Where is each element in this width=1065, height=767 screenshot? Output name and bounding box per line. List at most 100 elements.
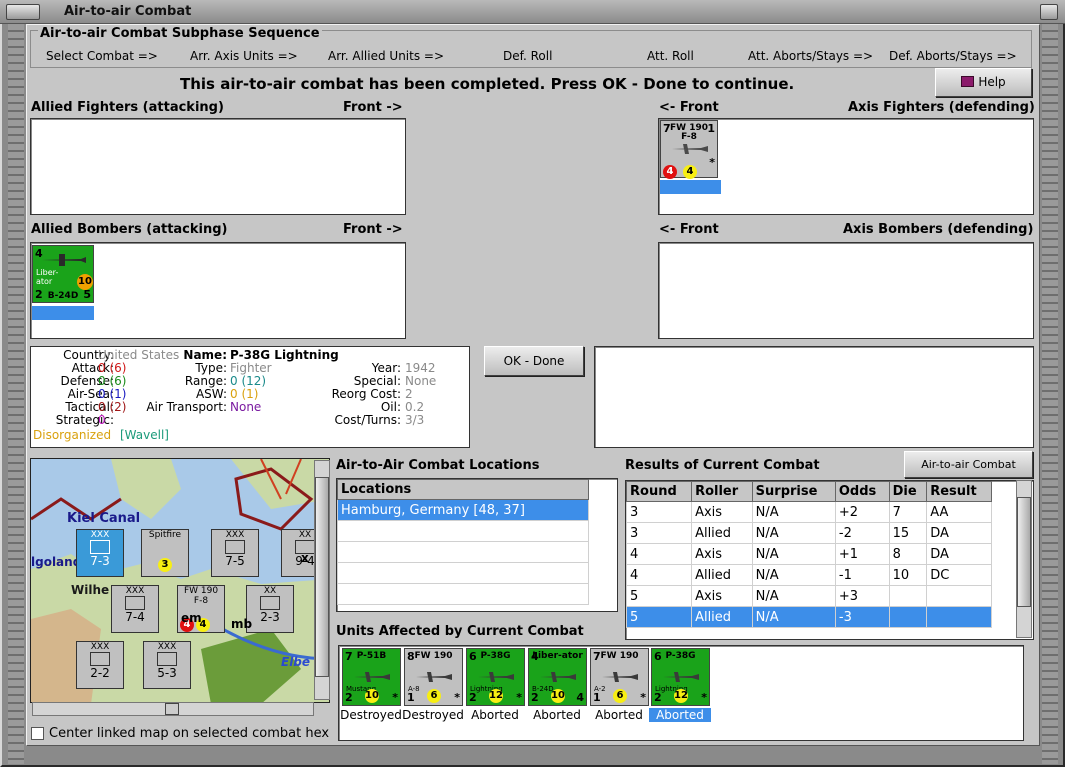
table-row[interactable]: 4 Allied N/A -1 10 DC bbox=[625, 564, 992, 586]
counter-name: P-38G bbox=[480, 651, 511, 661]
map-unit-fw190[interactable]: FW 190 F-8 4 4 bbox=[177, 585, 225, 633]
axis-bombers-box[interactable] bbox=[658, 242, 1034, 339]
col-result[interactable]: Result bbox=[926, 481, 992, 502]
allied-bombers-label: Allied Bombers (attacking) bbox=[31, 222, 228, 237]
ok-done-button[interactable]: OK - Done bbox=[484, 346, 584, 376]
table-row[interactable]: 5 Allied N/A -3 bbox=[625, 606, 992, 628]
plane-icon bbox=[663, 672, 699, 682]
table-row[interactable]: 4 Axis N/A +1 8 DA bbox=[625, 543, 992, 565]
step-def-aborts: Def. Aborts/Stays => bbox=[889, 49, 1017, 63]
results-title: Results of Current Combat bbox=[625, 458, 820, 473]
counter-star: * bbox=[709, 156, 715, 169]
affected-unit-counter[interactable]: 8 FW 190 A-8 1 6 * bbox=[404, 648, 463, 706]
counter-star: * bbox=[640, 691, 646, 704]
affected-unit-status: Aborted bbox=[533, 708, 581, 722]
strategic-value: 0 bbox=[98, 413, 106, 427]
book-icon bbox=[961, 76, 975, 87]
allied-bomber-counter[interactable]: 4 Liber-ator 10 2 B-24D 5 bbox=[32, 245, 94, 303]
axis-fighter-counter[interactable]: 7 1 FW 190 F-8 4 4 * bbox=[660, 120, 718, 179]
table-row[interactable]: 3 Allied N/A -2 15 DA bbox=[625, 522, 992, 544]
axis-fighters-front: <- Front bbox=[659, 100, 719, 115]
allied-bomber-selection bbox=[32, 306, 94, 320]
axis-fighter-selection bbox=[660, 180, 721, 194]
plane-icon bbox=[354, 672, 390, 682]
counter-defense: 2 bbox=[345, 691, 353, 704]
counter-name: Liber-ator bbox=[36, 268, 59, 286]
results-table: Round Roller Surprise Odds Die Result 3A… bbox=[625, 481, 992, 628]
counter-defense: 2 bbox=[654, 691, 662, 704]
map-unit-div-2[interactable]: XX 2-3 bbox=[246, 585, 294, 633]
locations-title: Air-to-Air Combat Locations bbox=[336, 458, 540, 473]
table-row[interactable]: 3 Axis N/A +2 7 AA bbox=[625, 501, 992, 523]
system-menu-button[interactable] bbox=[6, 4, 40, 20]
col-roller[interactable]: Roller bbox=[691, 481, 753, 502]
costturns-value: 3/3 bbox=[405, 413, 425, 427]
counter-defense: 1 bbox=[593, 691, 601, 704]
affected-unit-counter[interactable]: 7 P-51B Mustang 2 10 * bbox=[342, 648, 401, 706]
map-hscroll[interactable] bbox=[32, 702, 314, 716]
step-arr-allied: Arr. Allied Units => bbox=[328, 49, 445, 63]
results-vscroll[interactable] bbox=[1016, 480, 1032, 638]
col-odds[interactable]: Odds bbox=[834, 481, 890, 502]
counter-dot-yellow: 4 bbox=[683, 165, 697, 179]
map-label-kiel: Kiel Canal bbox=[67, 511, 141, 526]
map-unit-corps-3[interactable]: XXX 7-4 bbox=[111, 585, 159, 633]
map-unit-corps-5[interactable]: XXX 5-3 bbox=[143, 641, 191, 689]
col-round[interactable]: Round bbox=[625, 481, 693, 502]
step-att-aborts: Att. Aborts/Stays => bbox=[748, 49, 874, 63]
affected-unit-counter[interactable]: 6 P-38G Lightning 2 12 * bbox=[466, 648, 525, 706]
affected-unit-status: Destroyed bbox=[340, 708, 402, 722]
locations-list[interactable]: Locations Hamburg, Germany [48, 37] bbox=[336, 478, 618, 612]
counter-defense: 2 bbox=[531, 691, 539, 704]
affected-unit-status: Destroyed bbox=[402, 708, 464, 722]
affected-unit-counter[interactable]: 4 Liber-ator B-24D 2 10 4 bbox=[528, 648, 587, 706]
plane-icon bbox=[416, 672, 452, 682]
status-message: This air-to-air combat has been complete… bbox=[180, 75, 795, 93]
affected-title: Units Affected by Current Combat bbox=[336, 624, 584, 639]
affected-unit-counter[interactable]: 6 P-38G Lightning 2 12 * bbox=[651, 648, 710, 706]
counter-defense: 1 bbox=[407, 691, 415, 704]
allied-fighters-box[interactable] bbox=[30, 118, 406, 215]
counter-name: Liber-ator bbox=[532, 651, 583, 661]
affected-unit-counter[interactable]: 7 FW 190 A-2 1 6 * bbox=[590, 648, 649, 706]
bomber-icon bbox=[42, 254, 86, 266]
step-select-combat: Select Combat => bbox=[46, 49, 158, 63]
counter-range: 5 bbox=[83, 288, 91, 301]
axis-bombers-front: <- Front bbox=[659, 222, 719, 237]
step-def-roll: Def. Roll bbox=[503, 49, 553, 63]
close-button[interactable] bbox=[1040, 4, 1058, 20]
location-row[interactable]: Hamburg, Germany [48, 37] bbox=[337, 499, 589, 521]
center-map-checkbox[interactable] bbox=[31, 727, 44, 740]
plane-icon bbox=[478, 672, 514, 682]
help-button[interactable]: Help bbox=[935, 68, 1032, 97]
counter-name: FW 190 bbox=[600, 651, 639, 661]
step-att-roll: Att. Roll bbox=[647, 49, 694, 63]
counter-star: * bbox=[516, 691, 522, 704]
airtransport-label: Air Transport: bbox=[146, 400, 227, 414]
title-bar[interactable]: Air-to-air Combat bbox=[0, 0, 1065, 24]
counter-star: * bbox=[701, 691, 707, 704]
axis-fighters-label: Axis Fighters (defending) bbox=[848, 100, 1035, 115]
map-vscroll[interactable] bbox=[314, 460, 330, 700]
col-surprise[interactable]: Surprise bbox=[751, 481, 836, 502]
air-combat-chart-button[interactable]: Air-to-air Combat Chart bbox=[904, 451, 1033, 496]
map-unit-corps-2[interactable]: XXX 7-5 bbox=[211, 529, 259, 577]
map-unit-corps-4[interactable]: XXX 2-2 bbox=[76, 641, 124, 689]
counter-star: 4 bbox=[576, 691, 584, 704]
counter-name: FW 190 bbox=[414, 651, 453, 661]
map-label-partial-em: em bbox=[181, 611, 202, 625]
allied-fighters-front: Front -> bbox=[343, 100, 403, 115]
axis-bombers-label: Axis Bombers (defending) bbox=[843, 222, 1034, 237]
table-row[interactable]: 5 Axis N/A +3 bbox=[625, 585, 992, 607]
map-unit-spitfire[interactable]: Spitfire 3 bbox=[141, 529, 189, 577]
costturns-label: Cost/Turns: bbox=[334, 413, 401, 427]
disorganized-status: Disorganized bbox=[33, 428, 112, 442]
col-die[interactable]: Die bbox=[888, 481, 928, 502]
center-map-label: Center linked map on selected combat hex bbox=[49, 726, 330, 741]
window-title: Air-to-air Combat bbox=[64, 4, 192, 19]
linked-map[interactable]: Kiel Canal lgoland Wilhe Elbe XXX 7-3 Spi… bbox=[30, 458, 330, 703]
map-label-partial-mb: mb bbox=[231, 617, 253, 631]
map-unit-corps[interactable]: XXX 7-3 bbox=[76, 529, 124, 577]
affected-unit-status: Aborted bbox=[649, 708, 711, 722]
counter-star: * bbox=[392, 691, 398, 704]
